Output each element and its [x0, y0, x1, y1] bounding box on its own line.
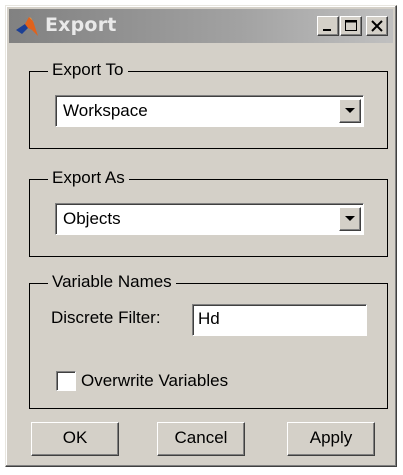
export-as-value: Objects	[63, 209, 121, 228]
cancel-button[interactable]: Cancel	[157, 422, 245, 456]
discrete-filter-label: Discrete Filter:	[51, 308, 161, 327]
close-button[interactable]	[366, 16, 388, 36]
export-to-legend: Export To	[48, 59, 128, 81]
export-as-group: Export As Objects	[29, 167, 388, 257]
minimize-icon	[323, 29, 331, 31]
matlab-logo-icon	[16, 17, 38, 36]
export-to-value: Workspace	[63, 101, 148, 120]
export-as-combo[interactable]: Objects	[55, 203, 364, 235]
chevron-down-icon	[345, 216, 355, 221]
variable-names-legend: Variable Names	[48, 271, 176, 293]
overwrite-variables-checkbox[interactable]	[56, 371, 76, 391]
minimize-button[interactable]	[317, 16, 339, 36]
title-bar[interactable]: Export	[9, 9, 393, 43]
maximize-icon	[345, 20, 357, 31]
close-icon	[371, 20, 383, 32]
variable-names-group: Variable Names Discrete Filter: Hd Overw…	[29, 271, 388, 409]
export-as-dropdown-button[interactable]	[339, 207, 361, 231]
export-to-group: Export To Workspace	[29, 59, 388, 149]
ok-button[interactable]: OK	[31, 422, 119, 456]
window-title: Export	[45, 14, 117, 36]
apply-button[interactable]: Apply	[287, 422, 375, 456]
export-to-dropdown-button[interactable]	[339, 99, 361, 123]
overwrite-variables-label[interactable]: Overwrite Variables	[81, 371, 228, 391]
maximize-button[interactable]	[340, 16, 362, 36]
chevron-down-icon	[345, 108, 355, 113]
discrete-filter-input[interactable]: Hd	[192, 304, 367, 336]
export-to-combo[interactable]: Workspace	[55, 95, 364, 127]
discrete-filter-value: Hd	[198, 309, 220, 328]
export-dialog: Export Export To Workspace Export As Obj…	[5, 5, 397, 467]
export-as-legend: Export As	[48, 167, 129, 189]
